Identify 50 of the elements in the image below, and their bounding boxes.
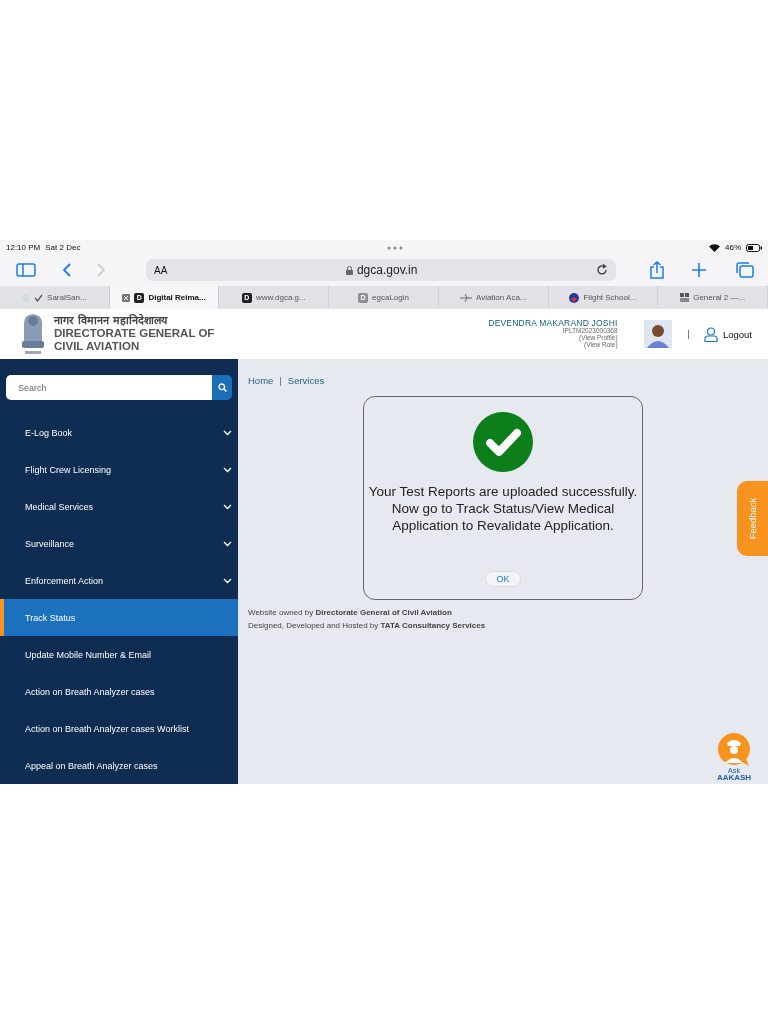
sidebar-item[interactable]: Medical Services [0, 488, 238, 525]
tabs-overview-icon[interactable] [736, 262, 754, 278]
logout-button[interactable]: Logout [703, 326, 752, 342]
sidebar-item[interactable]: Action on Breath Analyzer cases Worklist [0, 710, 238, 747]
battery-percent: 46% [725, 243, 741, 252]
breadcrumb-separator: | [279, 375, 282, 386]
status-date: Sat 2 Dec [45, 243, 81, 252]
assistant-name: AAKASH [716, 774, 752, 782]
address-bar[interactable]: AA dgca.gov.in [146, 259, 616, 281]
lock-icon [345, 265, 353, 275]
assistant-pilot-icon[interactable] [716, 732, 752, 767]
sidebar-item[interactable]: Surveillance [0, 525, 238, 562]
wifi-icon [709, 243, 720, 252]
search-icon [217, 383, 227, 392]
sidebar-item[interactable]: Update Mobile Number & Email [0, 636, 238, 673]
globe-icon [569, 292, 580, 303]
header-separator: | [687, 329, 690, 339]
sidebar-item[interactable]: Flight Crew Licensing [0, 451, 238, 488]
footer-text: Website owned by Directorate General of Civil Aviation [248, 608, 453, 617]
sidebar-icon[interactable] [16, 263, 36, 277]
sidebar-item[interactable]: E-Log Book [0, 414, 238, 451]
breadcrumb-link[interactable]: Home [248, 375, 274, 386]
more-dots-icon[interactable] [386, 245, 403, 250]
footer-text: Designed, Developed and Hosted by TATA Consultancy Services [248, 621, 487, 630]
dialog-message: Your Test Reports are uploaded successfully. Now go to Track Status/View Medical Application to Revalidate Application. [367, 484, 639, 535]
breadcrumb-link[interactable]: Services [287, 375, 325, 386]
user-icon [703, 326, 718, 342]
battery-icon [746, 243, 762, 252]
check-icon [34, 293, 44, 302]
status-time: 12:10 PM [6, 243, 41, 252]
ok-button[interactable]: OK [485, 571, 521, 587]
success-check-icon [473, 412, 533, 472]
search-field[interactable]: Search [6, 375, 212, 400]
site-title: DIRECTORATE GENERAL OF [54, 327, 215, 341]
user-name: DEVENDRA MAKARAND JOSHI [488, 319, 618, 329]
back-icon[interactable] [62, 263, 72, 277]
share-icon[interactable] [650, 261, 664, 279]
sidebar-item[interactable]: Appeal on Breath Analyzer cases [0, 747, 238, 784]
reload-icon[interactable] [596, 264, 608, 276]
avatar-icon [643, 320, 672, 348]
sidebar-item[interactable]: Enforcement Action [0, 562, 238, 599]
search-button[interactable] [212, 375, 232, 400]
sidebar-item[interactable]: Action on Breath Analyzer cases [0, 673, 238, 710]
plane-icon [459, 293, 472, 302]
site-title: CIVIL AVIATION [54, 340, 141, 353]
close-icon[interactable] [122, 293, 131, 302]
hindi-title: नागर विमानन महानिदेशालय [54, 315, 169, 328]
sidebar-item[interactable]: Track Status [0, 599, 238, 636]
plus-icon[interactable] [692, 263, 706, 277]
favicon-icon [680, 293, 690, 302]
